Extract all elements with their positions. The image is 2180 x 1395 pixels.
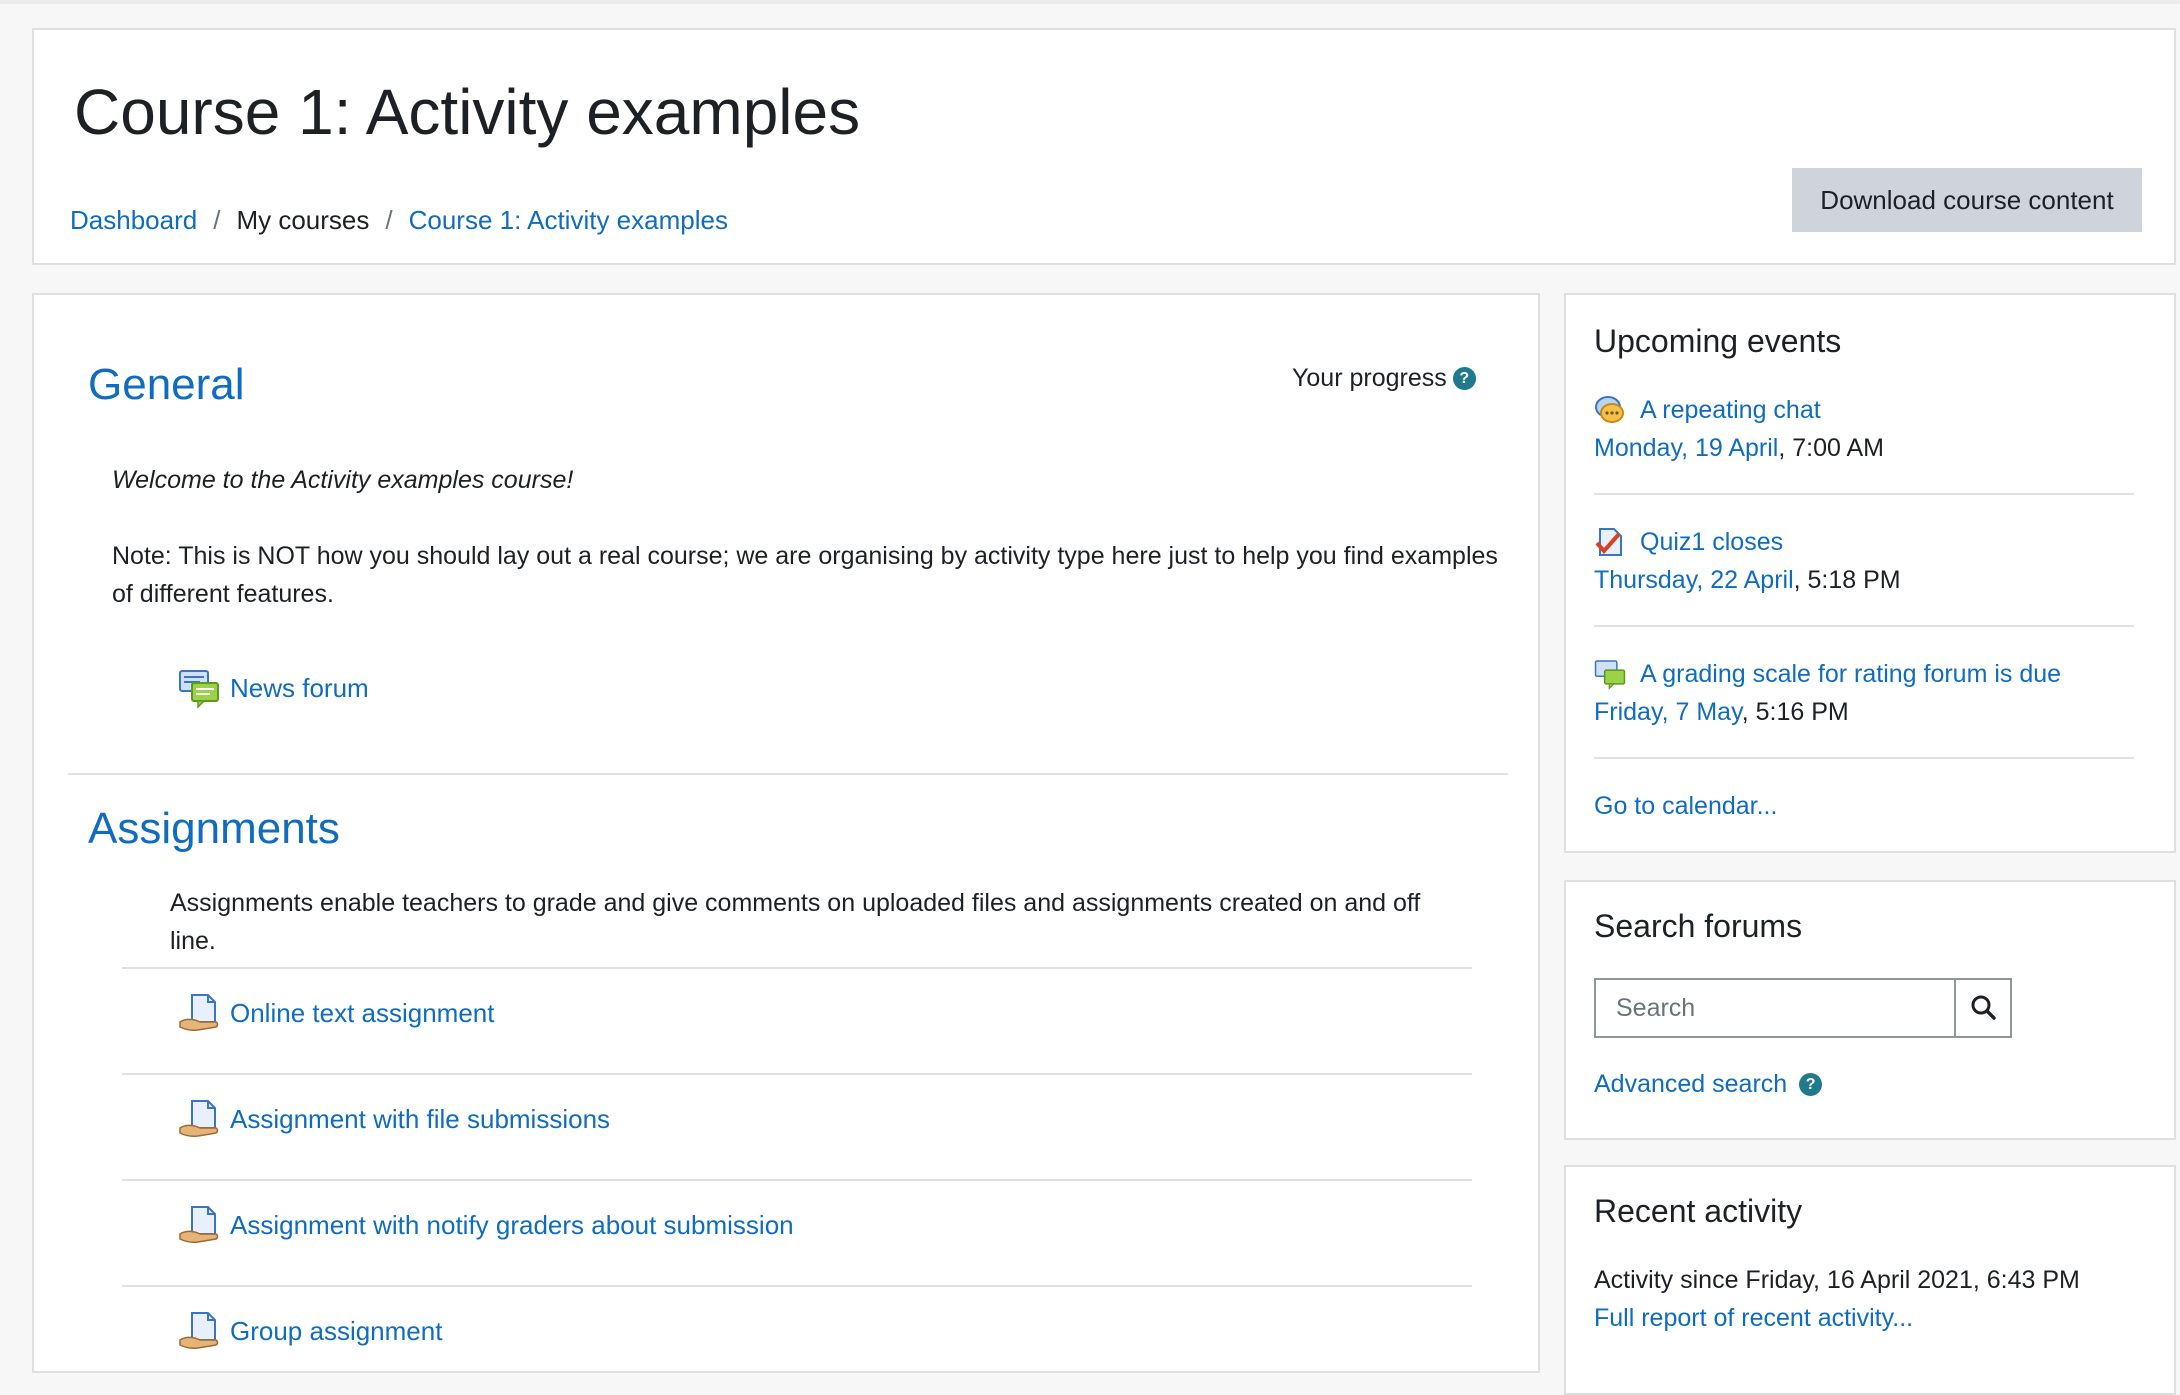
- activity-group-assignment[interactable]: Group assignment: [178, 1310, 442, 1352]
- event-link[interactable]: A grading scale for rating forum is due: [1640, 655, 2061, 693]
- section-divider: [68, 773, 1508, 775]
- event-date-link[interactable]: Thursday, 22 April: [1594, 566, 1794, 594]
- activity-divider: [122, 967, 1472, 969]
- search-button[interactable]: [1954, 978, 2012, 1038]
- event-time: , 7:00 AM: [1778, 434, 1884, 462]
- activity-link[interactable]: Group assignment: [230, 1316, 442, 1347]
- activity-since-text: Activity since Friday, 16 April 2021, 6:…: [1594, 1266, 2080, 1294]
- progress-indicator: Your progress ?: [1292, 364, 1476, 393]
- block-title-search-forums: Search forums: [1594, 908, 1803, 944]
- section-title-assignments[interactable]: Assignments: [88, 804, 340, 854]
- page-header: Course 1: Activity examples Dashboard / …: [32, 28, 2176, 265]
- recent-activity-block: Recent activity Activity since Friday, 1…: [1564, 1165, 2176, 1395]
- event-item: Quiz1 closes Thursday, 22 April, 5:18 PM: [1594, 523, 1901, 599]
- breadcrumb-course[interactable]: Course 1: Activity examples: [409, 205, 728, 236]
- search-input[interactable]: [1594, 978, 1956, 1038]
- block-title-upcoming-events: Upcoming events: [1594, 323, 1842, 359]
- activity-online-text-assignment[interactable]: Online text assignment: [178, 992, 494, 1034]
- quiz-icon: [1595, 528, 1622, 556]
- help-icon[interactable]: ?: [1452, 367, 1476, 390]
- help-icon[interactable]: ?: [1799, 1073, 1823, 1096]
- progress-label: Your progress: [1292, 364, 1447, 392]
- activity-divider: [122, 1179, 1472, 1181]
- course-content: General Your progress ? Welcome to the A…: [32, 293, 1540, 1373]
- assignment-icon: [179, 994, 219, 1031]
- assignment-icon: [179, 1100, 219, 1137]
- event-time: , 5:16 PM: [1741, 698, 1849, 726]
- event-time: , 5:18 PM: [1793, 566, 1901, 594]
- welcome-text: Welcome to the Activity examples course!: [112, 466, 574, 494]
- event-link[interactable]: Quiz1 closes: [1640, 523, 1783, 561]
- breadcrumb-dashboard[interactable]: Dashboard: [70, 205, 197, 236]
- activity-file-submissions[interactable]: Assignment with file submissions: [178, 1098, 610, 1140]
- event-divider: [1594, 493, 2134, 495]
- activity-link[interactable]: News forum: [230, 673, 369, 704]
- activity-notify-graders[interactable]: Assignment with notify graders about sub…: [178, 1204, 794, 1246]
- event-date-link[interactable]: Monday, 19 April: [1594, 434, 1778, 462]
- search-icon: [1971, 995, 1996, 1020]
- forum-icon: [1594, 660, 1626, 690]
- event-divider: [1594, 625, 2134, 627]
- activity-news-forum[interactable]: News forum: [178, 667, 369, 709]
- download-course-content-button[interactable]: Download course content: [1792, 168, 2142, 232]
- block-title-recent-activity: Recent activity: [1594, 1193, 1803, 1229]
- event-item: A repeating chat Monday, 19 April, 7:00 …: [1594, 391, 1884, 467]
- assignment-icon: [179, 1206, 219, 1243]
- breadcrumb-separator: /: [213, 205, 221, 235]
- assignments-summary: Assignments enable teachers to grade and…: [170, 889, 1421, 955]
- activity-divider: [122, 1073, 1472, 1075]
- activity-divider: [122, 1285, 1472, 1287]
- activity-link[interactable]: Assignment with file submissions: [230, 1104, 610, 1135]
- breadcrumb-my-courses: My courses: [236, 205, 370, 235]
- section-title-general[interactable]: General: [88, 360, 245, 410]
- breadcrumb-separator: /: [385, 205, 393, 235]
- event-item: A grading scale for rating forum is due …: [1594, 655, 2061, 731]
- chat-icon: [1595, 396, 1624, 423]
- forum-icon: [179, 670, 219, 709]
- page-title: Course 1: Activity examples: [74, 76, 861, 148]
- event-link[interactable]: A repeating chat: [1640, 391, 1821, 429]
- search-forums-block: Search forums Advanced search ?: [1564, 880, 2176, 1140]
- assignment-icon: [179, 1312, 219, 1349]
- activity-link[interactable]: Assignment with notify graders about sub…: [230, 1210, 794, 1241]
- event-date-link[interactable]: Friday, 7 May: [1594, 698, 1742, 726]
- upcoming-events-block: Upcoming events A repeating chat Monday,…: [1564, 293, 2176, 853]
- event-divider: [1594, 757, 2134, 759]
- full-report-link[interactable]: Full report of recent activity...: [1594, 1299, 1913, 1337]
- go-to-calendar-link[interactable]: Go to calendar...: [1594, 787, 1777, 825]
- advanced-search: Advanced search ?: [1594, 1070, 1823, 1099]
- top-border: [0, 0, 2180, 4]
- advanced-search-link[interactable]: Advanced search: [1594, 1070, 1787, 1099]
- course-note: Note: This is NOT how you should lay out…: [112, 542, 1498, 608]
- activity-link[interactable]: Online text assignment: [230, 998, 494, 1029]
- breadcrumb: Dashboard / My courses / Course 1: Activ…: [70, 205, 728, 236]
